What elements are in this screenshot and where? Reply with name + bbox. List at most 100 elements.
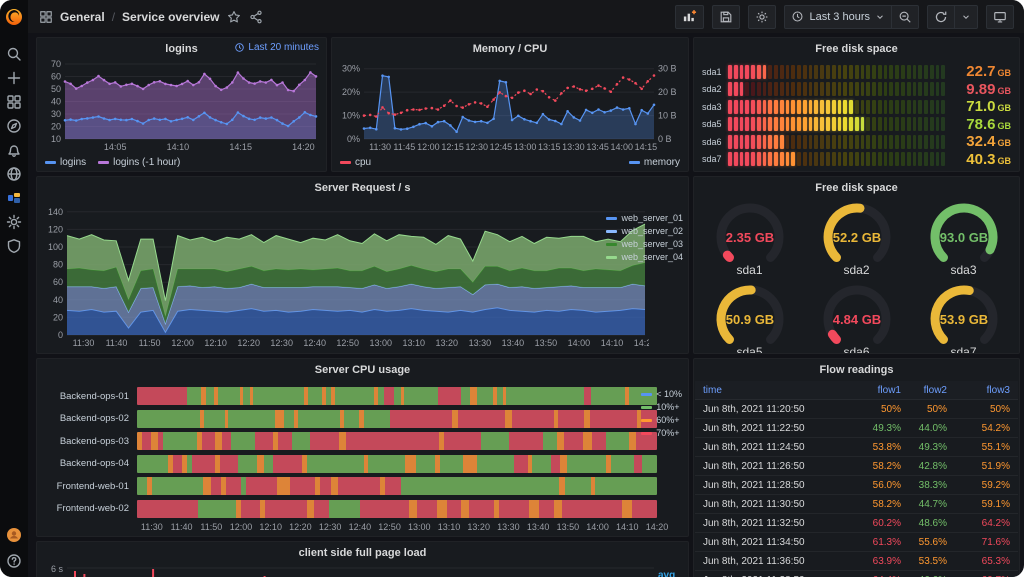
- globe-icon[interactable]: [6, 166, 22, 182]
- panel-title[interactable]: client side full page load: [37, 542, 688, 563]
- svg-text:14:20: 14:20: [634, 338, 649, 348]
- svg-text:12:00: 12:00: [417, 142, 440, 152]
- timeline-axis: 11:3011:4011:5012:0012:1012:2012:3012:40…: [137, 522, 657, 534]
- legend-item[interactable]: < 10%: [641, 389, 682, 399]
- add-panel-button[interactable]: [675, 5, 704, 29]
- legend-item[interactable]: 70%+: [641, 428, 682, 438]
- legend-item[interactable]: logins (-1 hour): [98, 157, 180, 168]
- grafana-logo-icon[interactable]: [3, 6, 25, 28]
- plugin-app-icon[interactable]: [6, 190, 22, 206]
- share-icon[interactable]: [248, 9, 263, 24]
- panel-title[interactable]: Server CPU usage: [37, 359, 688, 380]
- svg-text:13:30: 13:30: [469, 338, 492, 348]
- table-row: Jun 8th, 2021 11:24:50 53.8% 49.3% 55.1%: [695, 438, 1018, 457]
- gauge[interactable]: 52.2 GB sda2: [803, 201, 910, 277]
- disk-bar-gauge[interactable]: sda1 22.7GB sda2 9.89GB sda3 71.0GB sda5…: [702, 63, 1011, 168]
- svg-text:2.35 GB: 2.35 GB: [725, 230, 773, 245]
- dashboard-settings-button[interactable]: [748, 5, 776, 29]
- help-icon[interactable]: [6, 553, 22, 569]
- svg-text:140: 140: [48, 207, 63, 217]
- svg-text:12:40: 12:40: [303, 338, 326, 348]
- star-icon[interactable]: [226, 9, 241, 24]
- svg-text:13:40: 13:40: [502, 338, 525, 348]
- svg-text:14:10: 14:10: [601, 338, 624, 348]
- svg-text:20%: 20%: [342, 87, 360, 97]
- user-avatar[interactable]: [6, 527, 22, 543]
- page-load-chart[interactable]: 6 savg: [41, 563, 684, 577]
- configuration-gear-icon[interactable]: [6, 214, 22, 230]
- disk-row[interactable]: sda3 71.0GB: [702, 98, 1011, 116]
- svg-text:60: 60: [51, 72, 61, 82]
- disk-row[interactable]: sda5 78.6GB: [702, 116, 1011, 134]
- gauge[interactable]: 50.9 GB sda5: [696, 283, 803, 354]
- refresh-button[interactable]: [927, 5, 955, 29]
- table-header[interactable]: timeflow1flow2flow3: [695, 381, 1018, 400]
- legend-item[interactable]: logins: [45, 157, 86, 168]
- logins-chart[interactable]: 1020304050607014:0514:1014:1514:20: [41, 60, 322, 153]
- gauge[interactable]: 4.84 GB sda6: [803, 283, 910, 354]
- panel-title[interactable]: Server Request / s: [37, 177, 688, 198]
- table-row: Jun 8th, 2021 11:32:50 60.2% 48.6% 64.2%: [695, 514, 1018, 533]
- svg-text:12:45: 12:45: [490, 142, 513, 152]
- timeline-row[interactable]: [137, 410, 657, 428]
- panel-title[interactable]: Flow readings: [694, 359, 1019, 380]
- dashboards-grid-icon[interactable]: [6, 94, 22, 110]
- legend-item[interactable]: cpu: [340, 157, 371, 168]
- breadcrumb-dashboard-title[interactable]: Service overview: [122, 10, 219, 24]
- svg-text:11:45: 11:45: [393, 142, 415, 152]
- panel-title[interactable]: Free disk space: [694, 38, 1019, 59]
- search-icon[interactable]: [6, 46, 22, 62]
- dashboard-squares-icon[interactable]: [38, 9, 53, 24]
- svg-text:10 B: 10 B: [658, 111, 677, 121]
- panel-title[interactable]: Free disk space: [694, 177, 1019, 198]
- timeline-row[interactable]: [137, 455, 657, 473]
- gauge[interactable]: 93.0 GB sda3: [910, 201, 1017, 277]
- table-row: Jun 8th, 2021 11:30:50 58.2% 44.7% 59.1%: [695, 495, 1018, 514]
- panel-time-override-link[interactable]: Last 20 minutes: [234, 42, 319, 53]
- alerting-bell-icon[interactable]: [6, 142, 22, 158]
- disk-gauges[interactable]: 2.35 GB sda1 52.2 GB sda2 93.0 GB sda3 5…: [696, 201, 1017, 354]
- svg-text:11:50: 11:50: [139, 338, 161, 348]
- time-range-picker[interactable]: Last 3 hours: [784, 5, 892, 29]
- server-requests-chart[interactable]: 02040608010012014011:3011:4011:5012:0012…: [41, 199, 649, 349]
- legend-item[interactable]: web_server_01: [606, 213, 683, 223]
- breadcrumb-folder[interactable]: General: [60, 10, 105, 24]
- svg-text:40: 40: [53, 295, 63, 305]
- svg-text:30%: 30%: [342, 64, 360, 74]
- timeline-row[interactable]: [137, 387, 657, 405]
- server-admin-shield-icon[interactable]: [6, 238, 22, 254]
- save-dashboard-button[interactable]: [712, 5, 740, 29]
- disk-row[interactable]: sda6 32.4GB: [702, 133, 1011, 151]
- svg-text:13:10: 13:10: [403, 338, 426, 348]
- svg-text:12:30: 12:30: [270, 338, 293, 348]
- panel-title[interactable]: Memory / CPU: [332, 38, 688, 59]
- legend-item[interactable]: memory: [629, 157, 680, 168]
- memory-cpu-chart[interactable]: 0%10%20%30%0 B10 B20 B30 B11:3011:4512:0…: [336, 60, 684, 153]
- legend-item[interactable]: web_server_02: [606, 226, 683, 236]
- gauge[interactable]: 53.9 GB sda7: [910, 283, 1017, 354]
- svg-text:14:05: 14:05: [104, 142, 127, 152]
- svg-text:100: 100: [48, 242, 63, 252]
- svg-text:13:45: 13:45: [586, 142, 609, 152]
- create-plus-icon[interactable]: [6, 70, 22, 86]
- timeline-row[interactable]: [137, 500, 657, 518]
- timeline-row[interactable]: [137, 432, 657, 450]
- legend-item[interactable]: web_server_04: [606, 252, 683, 262]
- tv-kiosk-button[interactable]: [986, 5, 1014, 29]
- disk-row[interactable]: sda7 40.3GB: [702, 151, 1011, 169]
- legend-item[interactable]: web_server_03: [606, 239, 683, 249]
- svg-text:6 s: 6 s: [51, 564, 64, 574]
- refresh-interval-dropdown[interactable]: [955, 5, 978, 29]
- zoom-out-button[interactable]: [892, 5, 919, 29]
- disk-row[interactable]: sda2 9.89GB: [702, 81, 1011, 99]
- sidebar: [0, 0, 28, 577]
- legend-item[interactable]: 10%+: [641, 402, 682, 412]
- timeline-row[interactable]: [137, 477, 657, 495]
- svg-text:12:15: 12:15: [441, 142, 464, 152]
- cpu-usage-timeline[interactable]: Backend-ops-01Backend-ops-02Backend-ops-…: [45, 387, 684, 534]
- legend-item[interactable]: 60%+: [641, 415, 682, 425]
- disk-row[interactable]: sda1 22.7GB: [702, 63, 1011, 81]
- gauge[interactable]: 2.35 GB sda1: [696, 201, 803, 277]
- explore-compass-icon[interactable]: [6, 118, 22, 134]
- svg-text:14:15: 14:15: [229, 142, 252, 152]
